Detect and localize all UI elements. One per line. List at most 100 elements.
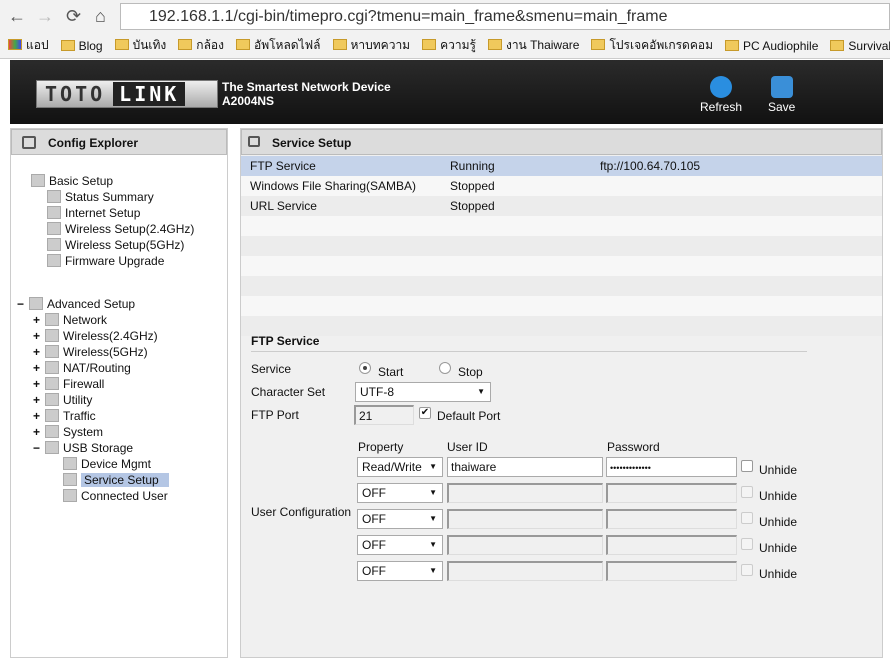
bookmark-item[interactable]: อัพโหลดไฟล์: [235, 36, 321, 55]
bookmark-item[interactable]: งาน Thaiware: [487, 36, 579, 55]
tree-item[interactable]: Service Setup: [63, 472, 169, 488]
save-button[interactable]: Save: [768, 76, 795, 114]
unhide-label: Unhide: [759, 489, 798, 503]
property-select[interactable]: OFF: [357, 509, 443, 529]
charset-label: Character Set: [251, 385, 326, 399]
expand-toggle[interactable]: +: [33, 424, 45, 440]
service-status: Stopped: [450, 179, 495, 193]
bookmark-item[interactable]: Survival kits: [830, 39, 890, 53]
service-row[interactable]: FTP Service Running ftp://100.64.70.105: [241, 156, 882, 176]
expand-toggle[interactable]: +: [33, 344, 45, 360]
bookmark-item[interactable]: บันเทิง: [114, 36, 166, 55]
password-input[interactable]: [606, 509, 737, 529]
bookmarks-bar: แอป Blog บันเทิง กล้อง อัพโหลดไฟล์ หาบทความ คว…: [0, 33, 890, 59]
bookmark-label: อัพโหลดไฟล์: [253, 38, 321, 52]
default-port-checkbox[interactable]: ✔: [419, 407, 431, 419]
tree-item[interactable]: + NAT/Routing: [33, 360, 131, 376]
bookmark-item[interactable]: Blog: [60, 39, 103, 53]
unhide-checkbox[interactable]: [741, 486, 753, 498]
userid-input[interactable]: [447, 509, 603, 529]
tree-item[interactable]: + System: [33, 424, 103, 440]
expand-toggle[interactable]: −: [33, 440, 45, 456]
reload-icon[interactable]: ⟳: [66, 6, 81, 27]
item-icon: [45, 361, 59, 374]
back-icon[interactable]: ←: [8, 6, 26, 27]
address-bar[interactable]: 192.168.1.1/cgi-bin/timepro.cgi?tmenu=ma…: [120, 3, 890, 30]
start-radio[interactable]: [359, 362, 371, 374]
service-row[interactable]: Windows File Sharing(SAMBA) Stopped: [241, 176, 882, 196]
expand-toggle[interactable]: +: [33, 360, 45, 376]
empty-row: [241, 256, 882, 276]
folder-icon: [830, 39, 845, 51]
bookmark-item[interactable]: หาบทความ: [332, 36, 410, 55]
password-input[interactable]: •••••••••••••: [606, 457, 737, 477]
empty-row: [241, 276, 882, 296]
userid-input[interactable]: [447, 483, 603, 503]
tree-advanced-setup-label: Advanced Setup: [47, 297, 136, 311]
unhide-checkbox[interactable]: [741, 512, 753, 524]
property-select[interactable]: Read/Write: [357, 457, 443, 477]
item-icon: [45, 409, 59, 422]
default-port-label: Default Port: [437, 409, 501, 423]
tree-item[interactable]: + Traffic: [33, 408, 96, 424]
unhide-checkbox[interactable]: [741, 538, 753, 550]
unhide-checkbox[interactable]: [741, 460, 753, 472]
expand-toggle[interactable]: +: [33, 408, 45, 424]
tree-item[interactable]: Device Mgmt: [63, 456, 151, 472]
service-row[interactable]: URL Service Stopped: [241, 196, 882, 216]
userid-input[interactable]: thaiware: [447, 457, 603, 477]
password-input[interactable]: [606, 561, 737, 581]
bookmark-item[interactable]: แอป: [8, 36, 49, 55]
forward-icon[interactable]: →: [36, 6, 54, 27]
tree-item[interactable]: + Wireless(2.4GHz): [33, 328, 158, 344]
ftp-port-input[interactable]: 21: [354, 405, 414, 425]
bookmark-item[interactable]: PC Audiophile: [725, 39, 818, 53]
refresh-button[interactable]: Refresh: [700, 76, 742, 114]
password-input[interactable]: [606, 535, 737, 555]
userid-input[interactable]: [447, 561, 603, 581]
property-select[interactable]: OFF: [357, 561, 443, 581]
tree-item[interactable]: − USB Storage: [33, 440, 133, 456]
tree-item[interactable]: + Network: [33, 312, 107, 328]
password-input[interactable]: [606, 483, 737, 503]
tree-item[interactable]: Connected User: [63, 488, 168, 504]
expand-toggle[interactable]: +: [33, 328, 45, 344]
ftp-port-label: FTP Port: [251, 408, 299, 422]
expand-toggle[interactable]: +: [33, 312, 45, 328]
config-explorer: Config Explorer Basic Setup Status Summar…: [10, 128, 228, 658]
userid-input[interactable]: [447, 535, 603, 555]
tree-item[interactable]: Firmware Upgrade: [47, 253, 164, 269]
tree-item[interactable]: Wireless Setup(2.4GHz): [47, 221, 194, 237]
unhide-label: Unhide: [759, 463, 798, 477]
tree-item[interactable]: Status Summary: [47, 189, 154, 205]
tree-basic-setup[interactable]: Basic Setup: [31, 173, 113, 189]
home-icon[interactable]: ⌂: [95, 6, 106, 27]
tree-item-label: Device Mgmt: [81, 457, 152, 471]
bookmark-item[interactable]: โปรเจคอัพเกรดคอม: [591, 36, 713, 55]
expand-toggle[interactable]: +: [33, 376, 45, 392]
model: A2004NS: [222, 94, 275, 108]
tree-advanced-setup[interactable]: − Advanced Setup: [17, 296, 135, 312]
bookmark-item[interactable]: ความรู้: [422, 36, 476, 55]
tree-item-label: Utility: [63, 393, 93, 407]
tree-item[interactable]: + Utility: [33, 392, 92, 408]
tree-item[interactable]: + Firewall: [33, 376, 104, 392]
item-icon: [63, 457, 77, 470]
bookmark-label: ความรู้: [440, 38, 476, 52]
folder-icon: [8, 39, 22, 50]
expand-toggle[interactable]: +: [33, 392, 45, 408]
logo-text: LINK: [113, 82, 186, 106]
stop-radio[interactable]: [439, 362, 451, 374]
charset-select[interactable]: UTF-8: [355, 382, 491, 402]
property-select[interactable]: OFF: [357, 535, 443, 555]
tree-item[interactable]: + Wireless(5GHz): [33, 344, 148, 360]
bookmark-item[interactable]: กล้อง: [178, 36, 224, 55]
unhide-checkbox[interactable]: [741, 564, 753, 576]
tree-item-label: Wireless(5GHz): [63, 345, 148, 359]
item-icon: [63, 489, 77, 502]
advanced-setup-icon: [29, 297, 43, 310]
tree-item[interactable]: Internet Setup: [47, 205, 140, 221]
expand-toggle[interactable]: −: [17, 296, 29, 312]
property-select[interactable]: OFF: [357, 483, 443, 503]
tree-item[interactable]: Wireless Setup(5GHz): [47, 237, 184, 253]
